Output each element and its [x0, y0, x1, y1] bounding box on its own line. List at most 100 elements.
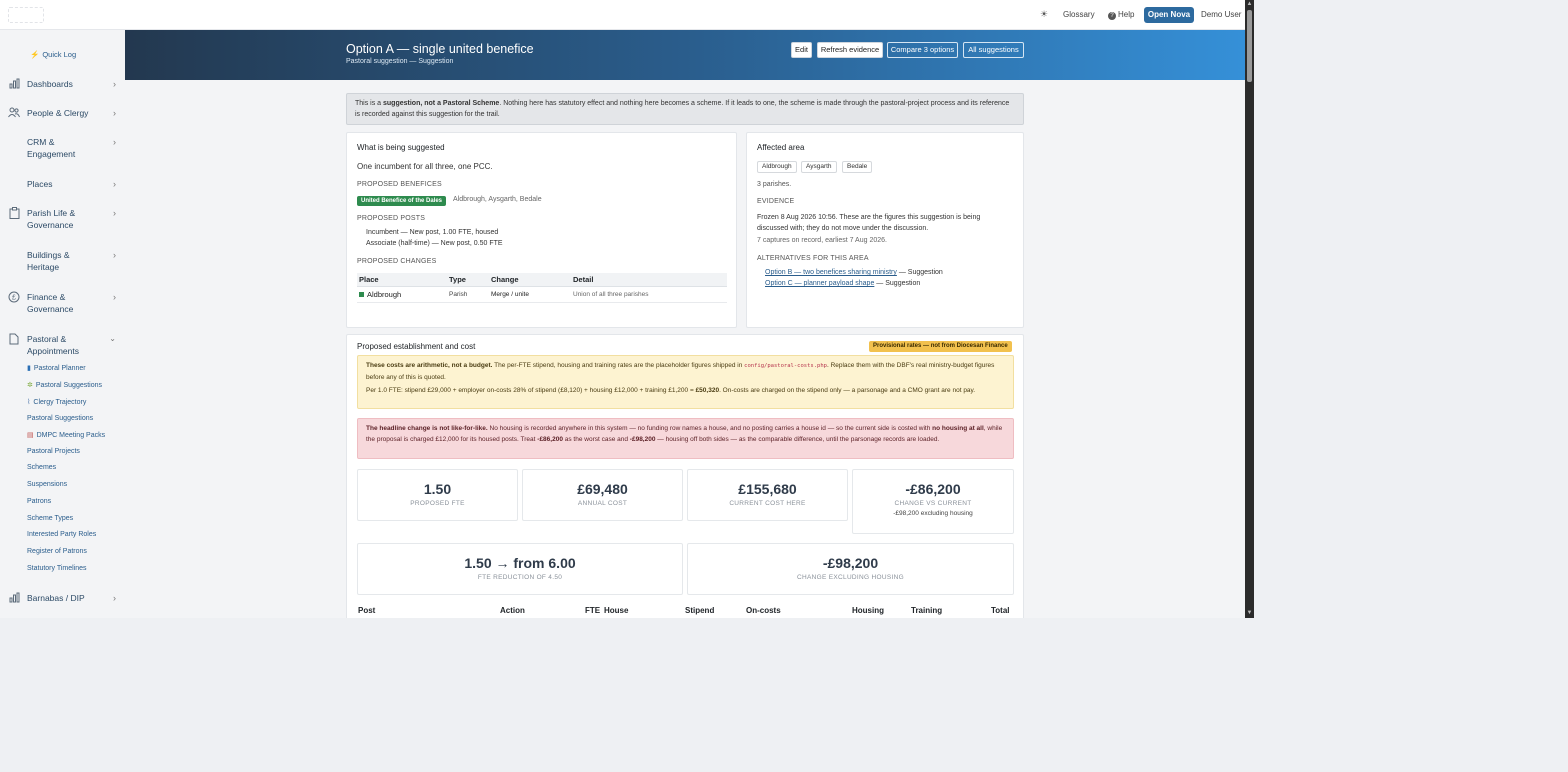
warning-text: as the worst case and	[562, 436, 630, 443]
cost-column-header: House	[604, 606, 629, 615]
sun-icon[interactable]: ☀	[1040, 9, 1048, 20]
cost-column-header: On-costs	[746, 606, 781, 615]
stat-fte-reduction: 1.50 → from 6.00 FTE REDUCTION OF 4.50	[357, 543, 683, 595]
sidebar-item-label: CRM & Engagement	[27, 137, 76, 159]
refresh-evidence-button[interactable]: Refresh evidence	[817, 42, 883, 58]
sidebar-sub-register-of-patrons[interactable]: Register of Patrons	[27, 548, 87, 555]
scroll-down-icon[interactable]: ▼	[1246, 610, 1253, 617]
top-bar: ☀ Glossary ? Help Open Nova Demo User	[0, 0, 1245, 30]
warning-emphasis: -£98,200	[629, 436, 656, 443]
sidebar-sub-label: Register of Patrons	[27, 548, 87, 555]
bar-chart-icon	[8, 592, 20, 604]
sidebar-item-label: Finance & Governance	[27, 292, 74, 314]
warning-emphasis: £50,320	[695, 387, 720, 394]
scroll-up-icon[interactable]: ▲	[1246, 1, 1253, 8]
sidebar-item-buildings[interactable]: Buildings & Heritage ›	[8, 249, 120, 275]
alternative-status: — Suggestion	[874, 280, 921, 287]
page-subtitle: Pastoral suggestion — Suggestion	[346, 58, 454, 65]
parish-count: 3 parishes.	[757, 181, 792, 188]
stat-value: £69,480	[577, 481, 628, 497]
cost-column-header: Action	[500, 606, 525, 615]
parish-chip[interactable]: Aldbrough	[757, 161, 797, 173]
sidebar-item-label: Dashboards	[27, 79, 73, 89]
page-header: Option A — single united benefice Pastor…	[125, 30, 1245, 80]
help-link[interactable]: ? Help	[1108, 10, 1134, 20]
warning-line: These costs are arithmetic, not a budget…	[366, 360, 1005, 383]
sidebar-sub-interested-party-roles[interactable]: Interested Party Roles	[27, 531, 96, 538]
column-header: Type	[447, 273, 489, 287]
sidebar-sub-scheme-types[interactable]: Scheme Types	[27, 515, 73, 522]
logo[interactable]	[8, 7, 44, 23]
column-header: Detail	[571, 273, 727, 287]
posts-label: PROPOSED POSTS	[357, 215, 426, 222]
sidebar-sub-patrons[interactable]: Patrons	[27, 498, 51, 505]
arithmetic-warning: These costs are arithmetic, not a budget…	[357, 355, 1014, 409]
people-icon	[8, 107, 20, 119]
quick-log-link[interactable]: ⚡ Quick Log	[30, 50, 76, 59]
parish-marker-icon	[359, 292, 364, 297]
sidebar-sub-statutory-timelines[interactable]: Statutory Timelines	[27, 565, 87, 572]
chevron-right-icon: ›	[113, 292, 116, 302]
chevron-right-icon: ›	[113, 593, 116, 603]
alternative-item: Option C — planner payload shape — Sugge…	[765, 280, 920, 287]
column-header: Place	[357, 273, 447, 287]
sidebar-sub-label: Clergy Trajectory	[33, 399, 87, 406]
alternative-link[interactable]: Option B — two benefices sharing ministr…	[765, 269, 897, 276]
alternative-link[interactable]: Option C — planner payload shape	[765, 280, 874, 287]
warning-line: Per 1.0 FTE: stipend £29,000 + employer …	[366, 385, 1005, 396]
establishment-heading: Proposed establishment and cost	[357, 342, 476, 351]
sidebar-sub-pastoral-suggestions[interactable]: ✲ Pastoral Suggestions	[27, 381, 102, 389]
changes-table: Place Type Change Detail Aldbrough Paris…	[357, 273, 727, 303]
parish-chip[interactable]: Bedale	[842, 161, 873, 173]
user-menu[interactable]: Demo User	[1201, 10, 1241, 19]
stat-annual-cost: £69,480 ANNUAL COST	[522, 469, 683, 521]
scrollbar[interactable]: ▲ ▼	[1245, 0, 1254, 618]
glossary-link[interactable]: Glossary	[1063, 10, 1095, 19]
sparkle-icon: ✲	[27, 382, 33, 389]
sidebar-item-pastoral[interactable]: Pastoral & Appointments ⌄	[8, 333, 120, 359]
sidebar-item-label: Places	[27, 179, 53, 189]
warning-text: Per 1.0 FTE: stipend £29,000 + employer …	[366, 387, 696, 394]
document-icon	[8, 333, 20, 345]
evidence-captures: 7 captures on record, earliest 7 Aug 202…	[757, 237, 887, 244]
parish-chip[interactable]: Aysgarth	[801, 161, 837, 173]
all-suggestions-button[interactable]: All suggestions	[963, 42, 1024, 58]
help-icon: ?	[1108, 12, 1116, 20]
sidebar-item-crm[interactable]: CRM & Engagement ›	[8, 136, 120, 162]
chevron-right-icon: ›	[113, 250, 116, 260]
sidebar-sub-suspensions[interactable]: Suspensions	[27, 481, 67, 488]
alternative-item: Option B — two benefices sharing ministr…	[765, 269, 943, 276]
sidebar-sub-clergy-trajectory[interactable]: ⌇ Clergy Trajectory	[27, 398, 86, 406]
sidebar-sub-label: Suspensions	[27, 481, 68, 488]
warning-text: No housing is recorded anywhere in this …	[487, 425, 933, 432]
post-item: Incumbent — New post, 1.00 FTE, housed	[366, 229, 499, 236]
sidebar-item-finance[interactable]: £ Finance & Governance ›	[8, 291, 120, 317]
stat-label: CHANGE EXCLUDING HOUSING	[797, 574, 904, 581]
lightning-icon: ⚡	[30, 50, 40, 59]
type-cell: Parish	[447, 286, 489, 303]
calendar-icon: ▤	[27, 432, 34, 439]
sidebar-sub-pastoral-suggestions-2[interactable]: Pastoral Suggestions	[27, 415, 93, 422]
cost-column-header: FTE	[585, 606, 601, 615]
open-nova-button[interactable]: Open Nova	[1144, 7, 1194, 23]
changes-label: PROPOSED CHANGES	[357, 258, 437, 265]
stat-label: ANNUAL COST	[577, 500, 628, 507]
sidebar-sub-label: Interested Party Roles	[27, 531, 97, 538]
sidebar-sub-label: Pastoral Projects	[27, 448, 80, 455]
edit-button[interactable]: Edit	[791, 42, 812, 58]
chevron-down-icon: ⌄	[109, 334, 116, 343]
compare-options-button[interactable]: Compare 3 options	[887, 42, 958, 58]
sidebar-item-label: Parish Life & Governance	[27, 208, 76, 230]
cost-column-header: Training	[911, 606, 943, 615]
sidebar-sub-pastoral-projects[interactable]: Pastoral Projects	[27, 448, 80, 455]
place-cell[interactable]: Aldbrough	[357, 286, 447, 303]
sidebar-sub-label: Pastoral Suggestions	[35, 382, 103, 389]
sidebar-sub-dmpc-packs[interactable]: ▤ DMPC Meeting Packs	[27, 431, 105, 439]
sidebar-sub-label: Pastoral Planner	[33, 365, 86, 372]
sidebar-item-parish-life[interactable]: Parish Life & Governance ›	[8, 207, 120, 233]
warning-text: — housing off both sides — as the compar…	[655, 436, 940, 443]
sidebar-sub-pastoral-planner[interactable]: ▮ Pastoral Planner	[27, 364, 86, 372]
scrollbar-thumb[interactable]	[1247, 10, 1252, 82]
sidebar-sub-schemes[interactable]: Schemes	[27, 464, 56, 471]
affected-heading: Affected area	[757, 143, 805, 152]
